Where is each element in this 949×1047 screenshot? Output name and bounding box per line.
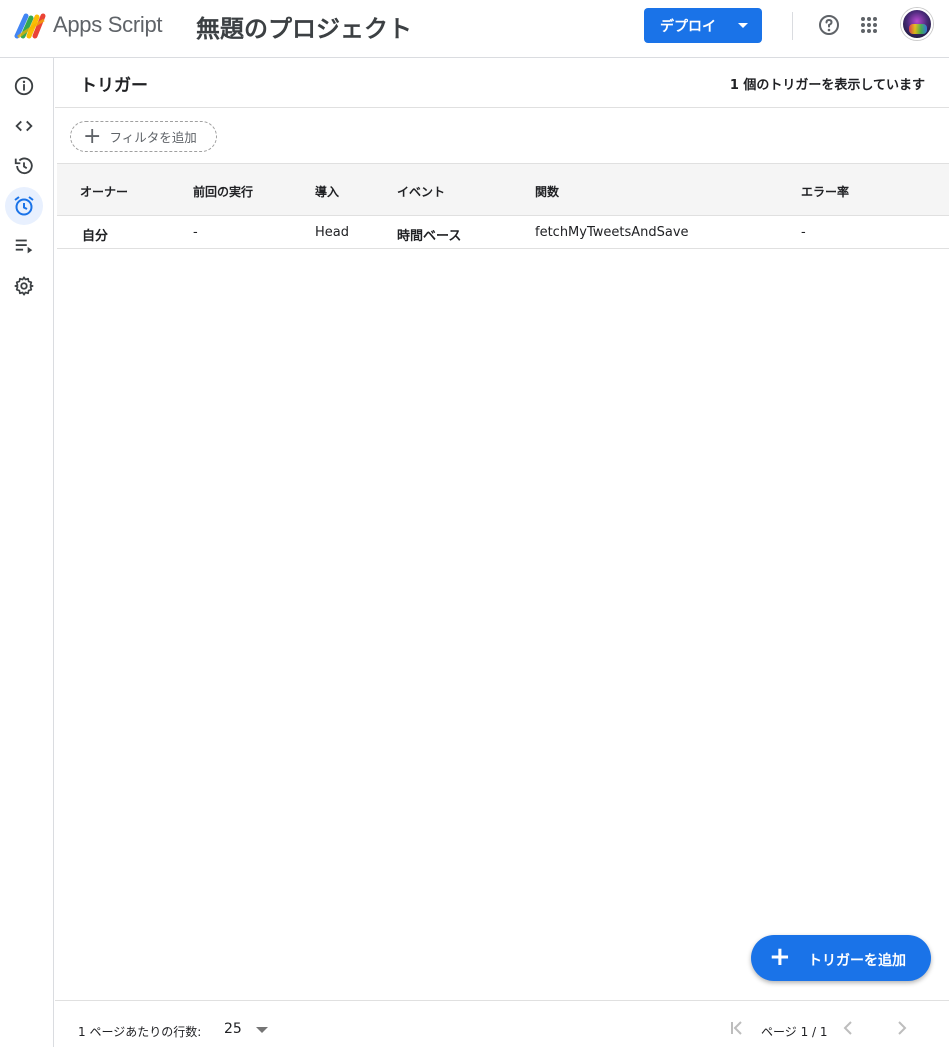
triggers-table: オーナー 前回の実行 導入 イベント 関数 エラー率 自分 - Head 時間ベ…: [57, 163, 949, 249]
app-name: Apps Script: [53, 12, 163, 37]
rail-item-editor[interactable]: [5, 107, 43, 145]
add-filter-button[interactable]: + フィルタを追加: [70, 121, 217, 152]
column-header-owner[interactable]: オーナー: [80, 183, 128, 200]
column-header-event[interactable]: イベント: [397, 183, 445, 200]
cell-event: 時間ベース: [397, 229, 462, 244]
page-indicator: ページ 1 / 1: [761, 1025, 828, 1039]
apps-grid-icon[interactable]: [857, 13, 881, 37]
gear-icon: [14, 276, 34, 296]
rows-per-page-label: 1 ページあたりの行数:: [78, 1025, 202, 1039]
cell-last-run: -: [193, 225, 198, 240]
deploy-label: デプロイ: [660, 18, 716, 35]
add-trigger-button[interactable]: + トリガーを追加: [751, 935, 931, 981]
avatar[interactable]: [901, 8, 933, 40]
apps-script-logo[interactable]: [14, 10, 48, 40]
column-header-last-run[interactable]: 前回の実行: [193, 183, 253, 200]
cell-function: fetchMyTweetsAndSave: [535, 225, 689, 240]
column-header-deployment[interactable]: 導入: [315, 183, 339, 200]
page-header: トリガー 1 個のトリガーを表示しています: [55, 58, 949, 108]
cell-deployment: Head: [315, 225, 349, 240]
alarm-icon: [14, 196, 34, 216]
playlist-play-icon: [15, 239, 33, 254]
rail-item-triggers[interactable]: [5, 187, 43, 225]
pagination-footer: 1 ページあたりの行数: 25 ページ 1 / 1: [55, 1000, 949, 1047]
left-nav-rail: [0, 58, 54, 1047]
rows-per-page-select[interactable]: 25: [224, 1021, 242, 1037]
chevron-down-icon[interactable]: [256, 1027, 268, 1033]
rail-item-settings[interactable]: [5, 267, 43, 305]
rail-item-history[interactable]: [5, 147, 43, 185]
column-header-error-rate[interactable]: エラー率: [801, 183, 849, 200]
next-page-icon[interactable]: [891, 1018, 911, 1038]
deploy-button[interactable]: デプロイ: [644, 8, 762, 43]
chevron-down-icon: [738, 23, 748, 28]
rail-item-overview[interactable]: [5, 67, 43, 105]
table-row[interactable]: 自分 - Head 時間ベース fetchMyTweetsAndSave -: [57, 216, 949, 249]
column-header-function[interactable]: 関数: [535, 183, 559, 200]
cell-error-rate: -: [801, 225, 806, 240]
help-icon[interactable]: [817, 13, 841, 37]
cell-owner: 自分: [82, 229, 109, 244]
main-content: トリガー 1 個のトリガーを表示しています + フィルタを追加 オーナー 前回の…: [55, 58, 949, 1047]
info-icon: [14, 76, 34, 96]
plus-icon: +: [83, 123, 102, 149]
first-page-icon[interactable]: [727, 1018, 747, 1038]
add-trigger-label: トリガーを追加: [808, 953, 906, 969]
top-app-bar: Apps Script 無題のプロジェクト デプロイ: [0, 0, 949, 58]
previous-page-icon[interactable]: [839, 1018, 859, 1038]
table-header: オーナー 前回の実行 導入 イベント 関数 エラー率: [57, 163, 949, 216]
add-filter-label: フィルタを追加: [109, 130, 197, 145]
project-title[interactable]: 無題のプロジェクト: [196, 9, 412, 44]
history-icon: [14, 157, 33, 175]
divider: [792, 12, 793, 40]
trigger-count: 1 個のトリガーを表示しています: [729, 78, 925, 93]
rail-item-executions[interactable]: [5, 227, 43, 265]
plus-icon: +: [769, 942, 791, 972]
code-icon: [15, 120, 33, 132]
page-title: トリガー: [80, 76, 148, 96]
